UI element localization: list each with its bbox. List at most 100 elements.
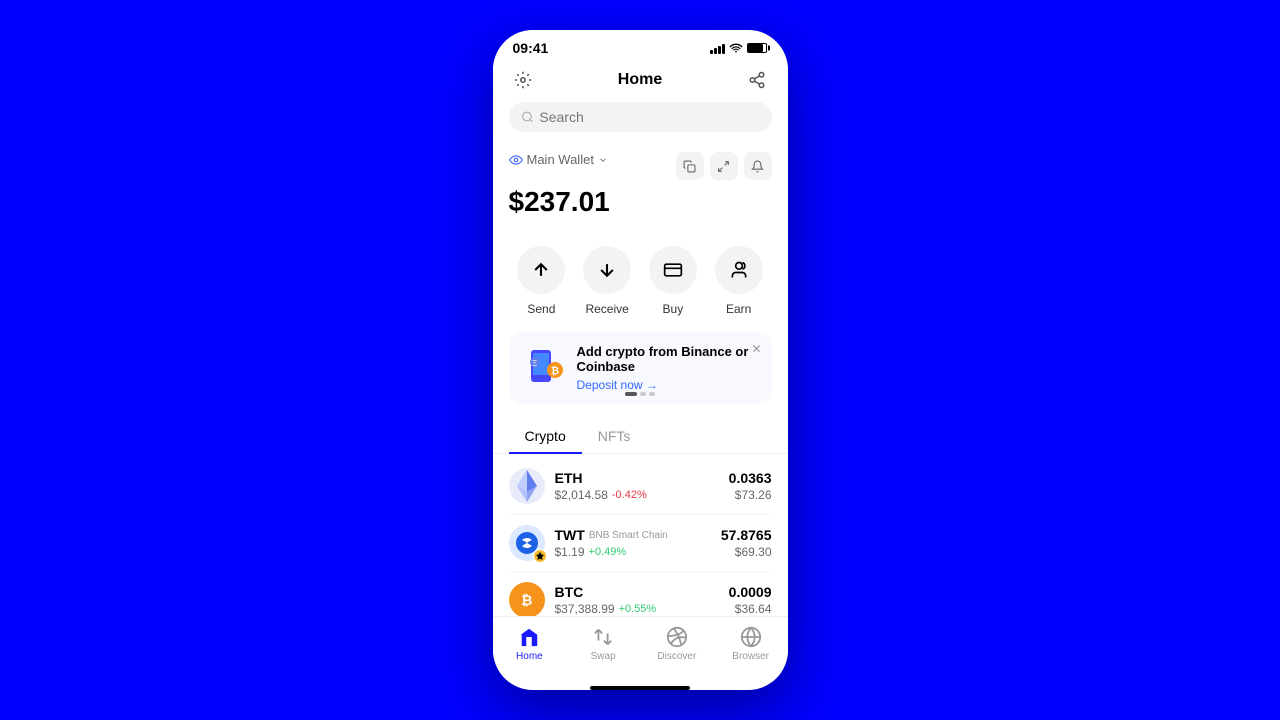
wallet-link-button[interactable] — [743, 66, 771, 94]
receive-icon — [583, 246, 631, 294]
receive-label: Receive — [585, 302, 628, 316]
wallet-label-row: Main Wallet — [509, 152, 608, 167]
token-left-twt: TWT BNB Smart Chain $1.19 +0.49% — [509, 525, 668, 561]
send-label: Send — [527, 302, 555, 316]
eth-price: $2,014.58 — [555, 488, 608, 502]
browser-nav-label: Browser — [732, 651, 769, 662]
receive-button[interactable]: Receive — [583, 246, 631, 316]
token-row-eth[interactable]: ETH $2,014.58 -0.42% 0.0363 $73.26 — [509, 458, 772, 515]
btc-token-icon: ₿ — [509, 582, 545, 616]
home-nav-icon — [517, 625, 541, 649]
twt-price: $1.19 — [555, 545, 585, 559]
svg-text:Ξ: Ξ — [532, 359, 537, 368]
send-icon — [517, 246, 565, 294]
promo-deposit-link[interactable]: Deposit now → — [577, 378, 758, 392]
twt-token-icon — [509, 525, 545, 561]
btc-balance: 0.0009 $36.64 — [729, 584, 772, 616]
buy-icon — [649, 246, 697, 294]
phone-frame: 09:41 Home — [493, 30, 788, 690]
browser-nav-icon — [739, 625, 763, 649]
twt-amount: 57.8765 — [721, 527, 772, 543]
token-left-btc: ₿ BTC $37,388.99 +0.55% — [509, 582, 657, 616]
wallet-header-row: Main Wallet — [509, 152, 772, 180]
eth-balance: 0.0363 $73.26 — [729, 470, 772, 502]
home-nav-label: Home — [516, 651, 543, 662]
wifi-icon — [729, 43, 743, 53]
promo-dot-3 — [649, 392, 655, 396]
eth-amount: 0.0363 — [729, 470, 772, 486]
twt-token-info: TWT BNB Smart Chain $1.19 +0.49% — [555, 527, 668, 559]
token-row-btc[interactable]: ₿ BTC $37,388.99 +0.55% 0.0009 — [509, 572, 772, 616]
promo-pagination — [625, 392, 655, 396]
search-bar[interactable] — [509, 102, 772, 132]
promo-banner: ✕ ₿ Ξ Add crypto from Binance or Coinbas… — [509, 332, 772, 404]
wallet-name: Main Wallet — [527, 152, 594, 167]
status-bar: 09:41 — [493, 30, 788, 62]
eth-token-info: ETH $2,014.58 -0.42% — [555, 470, 647, 502]
wallet-action-icons — [676, 152, 772, 180]
page-title: Home — [618, 71, 662, 89]
nav-home[interactable]: Home — [493, 625, 567, 662]
wallet-section: Main Wallet — [493, 144, 788, 242]
token-left-eth: ETH $2,014.58 -0.42% — [509, 468, 647, 504]
scroll-area: Main Wallet — [493, 144, 788, 616]
promo-close-button[interactable]: ✕ — [751, 342, 761, 356]
promo-content: Add crypto from Binance or Coinbase Depo… — [577, 344, 758, 392]
twt-value: $69.30 — [721, 545, 772, 559]
swap-nav-label: Swap — [591, 651, 616, 662]
buy-button[interactable]: Buy — [649, 246, 697, 316]
nav-swap[interactable]: Swap — [566, 625, 640, 662]
chevron-down-icon — [598, 155, 608, 165]
twt-chain: BNB Smart Chain — [589, 530, 668, 541]
promo-dot-1 — [625, 392, 637, 396]
buy-label: Buy — [663, 302, 684, 316]
action-buttons: Send Receive Buy — [493, 242, 788, 332]
earn-button[interactable]: Earn — [715, 246, 763, 316]
signal-bars-icon — [710, 42, 725, 54]
svg-text:₿: ₿ — [551, 365, 559, 377]
wallet-balance: $237.01 — [509, 186, 772, 218]
tab-crypto[interactable]: Crypto — [509, 420, 582, 454]
btc-token-info: BTC $37,388.99 +0.55% — [555, 584, 657, 616]
status-time: 09:41 — [513, 40, 549, 56]
twt-symbol: TWT — [555, 527, 585, 543]
bottom-nav: Home Swap Discover — [493, 616, 788, 682]
swap-nav-icon — [591, 625, 615, 649]
app-header: Home — [493, 62, 788, 102]
send-button[interactable]: Send — [517, 246, 565, 316]
btc-symbol: BTC — [555, 584, 584, 600]
twt-balance: 57.8765 $69.30 — [721, 527, 772, 559]
discover-nav-icon — [665, 625, 689, 649]
battery-icon — [747, 43, 767, 53]
eth-change: -0.42% — [612, 489, 647, 501]
nav-discover[interactable]: Discover — [640, 625, 714, 662]
expand-button[interactable] — [710, 152, 738, 180]
settings-button[interactable] — [509, 66, 537, 94]
status-icons — [710, 42, 768, 54]
btc-change: +0.55% — [619, 603, 657, 615]
btc-value: $36.64 — [729, 602, 772, 616]
token-row-twt[interactable]: TWT BNB Smart Chain $1.19 +0.49% 57.8765… — [509, 515, 772, 572]
home-indicator — [590, 686, 690, 690]
btc-amount: 0.0009 — [729, 584, 772, 600]
twt-change: +0.49% — [589, 546, 627, 558]
token-list: ETH $2,014.58 -0.42% 0.0363 $73.26 — [493, 458, 788, 616]
tab-nfts[interactable]: NFTs — [582, 420, 647, 454]
eye-icon — [509, 155, 523, 165]
promo-dot-2 — [640, 392, 646, 396]
search-input[interactable] — [539, 109, 759, 125]
nav-browser[interactable]: Browser — [714, 625, 788, 662]
earn-label: Earn — [726, 302, 751, 316]
discover-nav-label: Discover — [657, 651, 696, 662]
search-icon — [521, 110, 534, 124]
copy-button[interactable] — [676, 152, 704, 180]
earn-icon — [715, 246, 763, 294]
eth-value: $73.26 — [729, 488, 772, 502]
promo-title: Add crypto from Binance or Coinbase — [577, 344, 758, 374]
btc-price: $37,388.99 — [555, 602, 615, 616]
eth-token-icon — [509, 468, 545, 504]
notifications-button[interactable] — [744, 152, 772, 180]
svg-text:₿: ₿ — [521, 592, 532, 608]
asset-tabs: Crypto NFTs — [493, 420, 788, 454]
eth-symbol: ETH — [555, 470, 583, 486]
